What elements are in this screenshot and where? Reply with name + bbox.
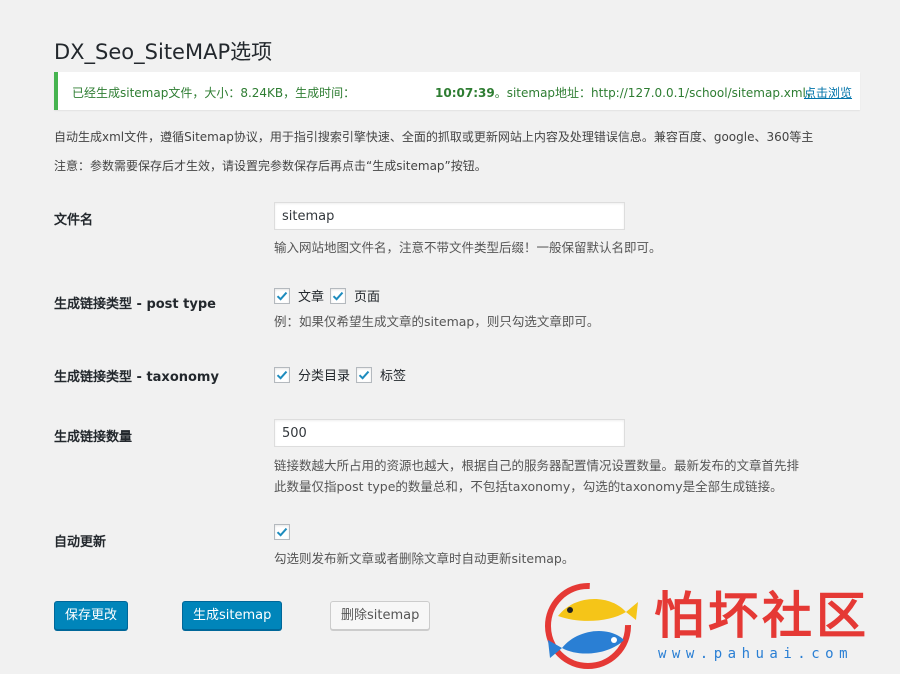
category-checkbox[interactable] bbox=[274, 366, 290, 383]
success-notice: 已经生成sitemap文件，大小：8.24KB，生成时间： 10:07:39。s… bbox=[54, 72, 860, 110]
taxonomy-label: 生成链接类型 - taxonomy bbox=[54, 370, 219, 385]
post-type-options: 文章 页面 bbox=[274, 286, 386, 305]
filename-input[interactable] bbox=[274, 202, 625, 230]
count-input[interactable] bbox=[274, 419, 625, 447]
post-type-help: 例：如果仅希望生成文章的sitemap，则只勾选文章即可。 bbox=[274, 314, 600, 329]
check-icon bbox=[276, 291, 288, 301]
watermark-text: 怕坏社区 bbox=[654, 587, 870, 645]
count-help-line1: 链接数越大所占用的资源也越大，根据自己的服务器配置情况设置数量。最新发布的文章首… bbox=[274, 458, 800, 473]
page-checkbox-label: 页面 bbox=[354, 290, 381, 305]
delete-sitemap-button[interactable]: 删除sitemap bbox=[330, 601, 431, 630]
notice-url[interactable]: http://127.0.0.1/school/sitemap.xml bbox=[591, 86, 806, 100]
count-label: 生成链接数量 bbox=[54, 430, 133, 445]
taxonomy-options: 分类目录 标签 bbox=[274, 365, 412, 384]
post-checkbox[interactable] bbox=[274, 287, 290, 304]
fish-logo-icon bbox=[545, 583, 638, 669]
auto-update-option bbox=[274, 524, 290, 540]
check-icon bbox=[358, 370, 370, 380]
view-sitemap-link[interactable]: 点击浏览 bbox=[804, 84, 852, 101]
notice-address-label: 。sitemap地址： bbox=[494, 86, 592, 100]
notice-size-text: 已经生成sitemap文件，大小：8.24KB，生成时间： bbox=[72, 86, 356, 100]
count-help-line2: 此数量仅指post type的数量总和，不包括taxonomy，勾选的taxon… bbox=[274, 479, 783, 494]
notice-time: 10:07:39 bbox=[435, 86, 495, 100]
post-checkbox-label: 文章 bbox=[298, 290, 325, 305]
settings-page: DX_Seo_SiteMAP选项 已经生成sitemap文件，大小：8.24KB… bbox=[54, 0, 900, 674]
check-icon bbox=[276, 527, 288, 537]
filename-help: 输入网站地图文件名，注意不带文件类型后缀！一般保留默认名即可。 bbox=[274, 240, 662, 255]
check-icon bbox=[332, 291, 344, 301]
category-checkbox-label: 分类目录 bbox=[298, 369, 351, 384]
post-type-label: 生成链接类型 - post type bbox=[54, 297, 216, 312]
notice-detail: 10:07:39。sitemap地址：http://127.0.0.1/scho… bbox=[435, 84, 818, 101]
tag-checkbox-label: 标签 bbox=[380, 369, 407, 384]
watermark-url: www.pahuai.com bbox=[658, 646, 854, 662]
auto-update-checkbox[interactable] bbox=[274, 524, 290, 540]
auto-update-label: 自动更新 bbox=[54, 535, 107, 550]
intro-description: 自动生成xml文件，遵循Sitemap协议，用于指引搜索引擎快速、全面的抓取或更… bbox=[54, 130, 814, 144]
filename-label: 文件名 bbox=[54, 213, 94, 228]
auto-update-help: 勾选则发布新文章或者删除文章时自动更新sitemap。 bbox=[274, 551, 575, 566]
watermark: 怕坏社区 www.pahuai.com bbox=[540, 576, 900, 674]
page-checkbox[interactable] bbox=[330, 287, 347, 304]
tag-checkbox[interactable] bbox=[356, 366, 373, 383]
check-icon bbox=[276, 370, 288, 380]
page-title: DX_Seo_SiteMAP选项 bbox=[54, 40, 273, 64]
generate-sitemap-button[interactable]: 生成sitemap bbox=[182, 601, 283, 630]
intro-note: 注意：参数需要保存后才生效，请设置完参数保存后再点击“生成sitemap”按钮。 bbox=[54, 159, 487, 173]
save-button[interactable]: 保存更改 bbox=[54, 601, 129, 630]
